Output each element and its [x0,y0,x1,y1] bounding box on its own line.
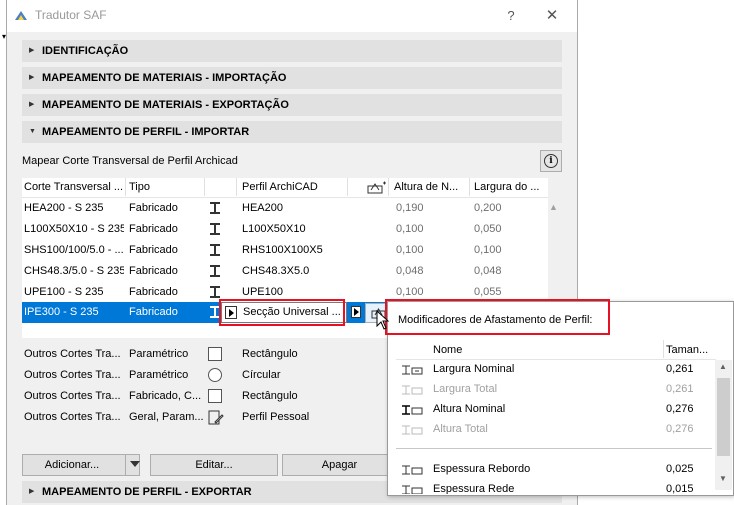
scrollbar-thumb[interactable] [717,378,730,456]
window-title: Tradutor SAF [35,8,107,22]
i-beam-icon [210,244,220,256]
map-cross-section-label: Mapear Corte Transversal de Perfil Archi… [22,155,238,167]
table-row[interactable]: HEA200 - S 235 Fabricado HEA200 0,190 0,… [22,198,548,219]
col-type[interactable]: Tipo [129,181,201,193]
list-item[interactable]: Altura Total 0,276 [396,420,716,440]
delete-button[interactable]: Apagar [282,454,397,476]
circle-profile-icon [208,368,222,382]
section-materiais-exportacao[interactable]: ▶ MAPEAMENTO DE MATERIAIS - EXPORTAÇÃO [22,94,562,116]
popup-title-highlight [385,299,610,335]
section-identificacao[interactable]: ▶ IDENTIFICAÇÃO [22,40,562,62]
table-scroll-up-icon[interactable]: ▲ [549,202,558,212]
width-offset-icon [402,365,423,375]
app-icon [15,11,27,20]
collapse-arrow-icon: ▼ [29,128,36,135]
list-item[interactable]: Largura Total 0,261 [396,380,716,400]
expand-arrow-icon[interactable] [351,306,361,318]
list-item[interactable]: Altura Nominal 0,276 [396,400,716,420]
section-perfil-importar[interactable]: ▼ MAPEAMENTO DE PERFIL - IMPORTAR [22,121,562,143]
col-size[interactable]: Taman... [666,344,708,356]
profile-combo-highlight [219,299,345,326]
custom-profile-icon [208,410,224,425]
section-label: MAPEAMENTO DE PERFIL - EXPORTAR [42,486,252,498]
table-row[interactable]: L100X50X10 - S 235 Fabricado L100X50X10 … [22,219,548,240]
i-beam-icon [210,286,220,298]
col-profile[interactable]: Perfil ArchiCAD [242,181,342,193]
list-item[interactable]: Espessura Rede 0,015 [396,480,716,494]
col-width[interactable]: Largura do ... [474,181,546,193]
expand-arrow-icon: ▶ [29,101,35,108]
col-cross-section[interactable]: Corte Transversal ... [24,181,124,193]
i-beam-icon [210,223,220,235]
i-beam-icon [210,202,220,214]
col-name[interactable]: Nome [433,344,462,356]
table-row[interactable]: CHS48.3/5.0 - S 235 Fabricado CHS48.3X5.… [22,261,548,282]
expand-arrow-icon: ▶ [29,47,35,54]
rectangle-profile-icon [208,347,222,361]
table-row[interactable]: SHS100/100/5.0 - ... Fabricado RHS100X10… [22,240,548,261]
section-label: MAPEAMENTO DE MATERIAIS - EXPORTAÇÃO [42,99,289,111]
add-button[interactable]: Adicionar... [22,454,140,476]
section-materiais-importacao[interactable]: ▶ MAPEAMENTO DE MATERIAIS - IMPORTAÇÃO [22,67,562,89]
height-offset-icon [402,405,423,415]
scroll-up-icon[interactable]: ▲ [719,362,727,371]
close-button[interactable]: ✕ [542,6,562,26]
width-offset-icon [402,385,423,395]
list-item[interactable]: Espessura Rebordo 0,025 [396,460,716,480]
expand-arrow-icon: ▶ [29,74,35,81]
height-offset-icon [402,425,423,435]
web-offset-icon [402,485,423,494]
add-dropdown-arrow-icon[interactable] [130,461,140,467]
title-bar: Tradutor SAF ? ✕ [7,0,577,32]
list-item[interactable]: Largura Nominal 0,261 [396,360,716,380]
expand-arrow-icon: ▶ [29,488,35,495]
scroll-down-icon[interactable]: ▼ [719,474,727,483]
rectangle-profile-icon [208,389,222,403]
section-label: MAPEAMENTO DE PERFIL - IMPORTAR [42,126,250,138]
section-label: IDENTIFICAÇÃO [42,45,129,57]
help-button[interactable]: ? [501,6,521,26]
offset-modifier-header-icon [367,181,386,194]
i-beam-icon [210,265,220,277]
table-header: Corte Transversal ... Tipo Perfil ArchiC… [22,178,548,198]
popup-table-header: Nome Taman... [396,340,716,360]
col-height[interactable]: Altura de N... [394,181,466,193]
mouse-cursor-icon [376,310,390,330]
edit-button[interactable]: Editar... [150,454,278,476]
flange-offset-icon [402,465,423,475]
info-icon: i [544,154,558,168]
section-label: MAPEAMENTO DE MATERIAIS - IMPORTAÇÃO [42,72,287,84]
info-button[interactable]: i [540,150,562,172]
popup-scrollbar[interactable]: ▲ ▼ [715,360,732,490]
